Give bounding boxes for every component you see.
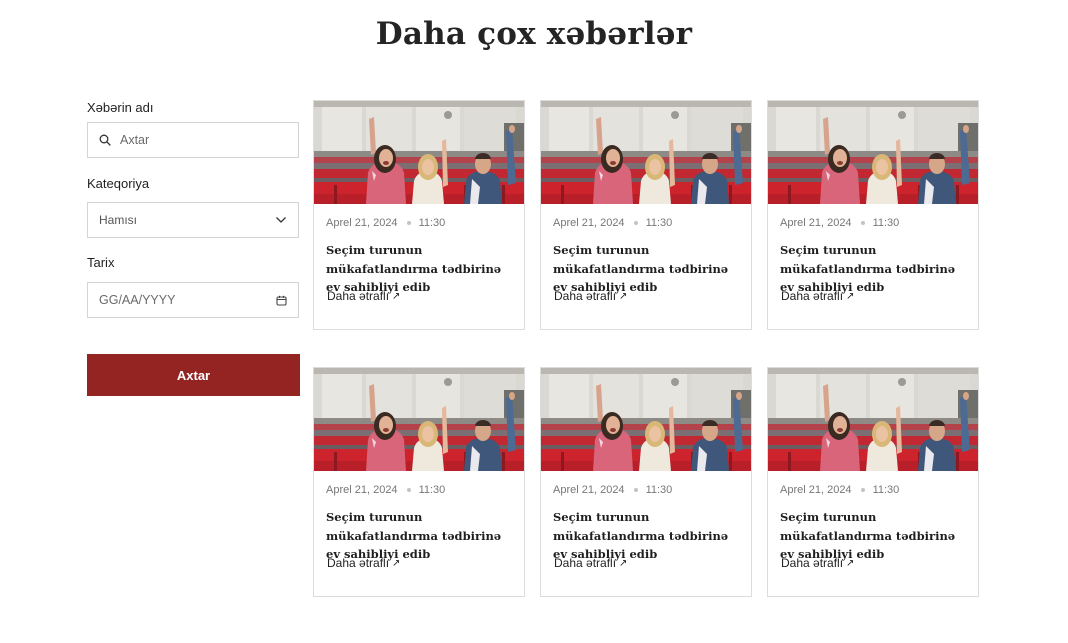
- news-date: Aprel 21, 2024: [326, 217, 398, 229]
- search-input[interactable]: [120, 133, 287, 147]
- news-filter-panel: Xəbərin adı Kateqoriya Hamısı Tarix: [87, 100, 299, 318]
- news-card[interactable]: Aprel 21, 2024 11:30 Seçim turunun mükafa…: [767, 367, 979, 597]
- news-name-label: Xəbərin adı: [87, 100, 154, 115]
- arrow-up-right-icon: ↗: [846, 557, 855, 569]
- separator-dot: [406, 221, 411, 225]
- news-photo: [541, 368, 751, 471]
- separator-dot: [860, 488, 865, 492]
- news-time: 11:30: [418, 484, 446, 496]
- read-more-label: Daha ətraflı: [327, 289, 390, 303]
- read-more-label: Daha ətraflı: [781, 556, 844, 570]
- read-more-label: Daha ətraflı: [327, 556, 390, 570]
- news-date: Aprel 21, 2024: [553, 217, 625, 229]
- news-photo: [768, 368, 978, 471]
- separator-dot: [860, 221, 865, 225]
- news-date: Aprel 21, 2024: [780, 484, 852, 496]
- search-submit-button[interactable]: Axtar: [87, 354, 300, 396]
- chevron-down-icon: [275, 216, 287, 224]
- read-more-link[interactable]: Daha ətraflı ↗: [781, 289, 854, 303]
- read-more-link[interactable]: Daha ətraflı ↗: [781, 556, 854, 570]
- news-date: Aprel 21, 2024: [780, 217, 852, 229]
- read-more-label: Daha ətraflı: [554, 289, 617, 303]
- news-photo: [314, 101, 524, 204]
- search-icon: [99, 134, 111, 146]
- news-card[interactable]: Aprel 21, 2024 11:30 Seçim turunun mükafa…: [767, 100, 979, 330]
- read-more-link[interactable]: Daha ətraflı ↗: [554, 556, 627, 570]
- news-time: 11:30: [872, 484, 900, 496]
- news-card[interactable]: Aprel 21, 2024 11:30 Seçim turunun mükafa…: [540, 367, 752, 597]
- category-label: Kateqoriya: [87, 176, 150, 191]
- arrow-up-right-icon: ↗: [392, 557, 401, 569]
- news-meta: Aprel 21, 2024 11:30: [326, 484, 445, 496]
- calendar-icon[interactable]: [276, 295, 287, 306]
- date-field[interactable]: [87, 282, 299, 318]
- news-meta: Aprel 21, 2024 11:30: [553, 484, 672, 496]
- news-date: Aprel 21, 2024: [553, 484, 625, 496]
- news-card[interactable]: Aprel 21, 2024 11:30 Seçim turunun mükafa…: [313, 100, 525, 330]
- date-input[interactable]: [99, 293, 270, 307]
- read-more-link[interactable]: Daha ətraflı ↗: [554, 289, 627, 303]
- news-time: 11:30: [645, 217, 673, 229]
- news-time: 11:30: [418, 217, 446, 229]
- news-photo: [314, 368, 524, 471]
- news-meta: Aprel 21, 2024 11:30: [780, 484, 899, 496]
- separator-dot: [633, 221, 638, 225]
- news-meta: Aprel 21, 2024 11:30: [553, 217, 672, 229]
- read-more-link[interactable]: Daha ətraflı ↗: [327, 289, 400, 303]
- news-time: 11:30: [872, 217, 900, 229]
- arrow-up-right-icon: ↗: [619, 290, 628, 302]
- read-more-label: Daha ətraflı: [554, 556, 617, 570]
- read-more-link[interactable]: Daha ətraflı ↗: [327, 556, 400, 570]
- news-grid: Aprel 21, 2024 11:30 Seçim turunun mükafa…: [313, 100, 980, 598]
- news-time: 11:30: [645, 484, 673, 496]
- news-date: Aprel 21, 2024: [326, 484, 398, 496]
- news-meta: Aprel 21, 2024 11:30: [780, 217, 899, 229]
- news-meta: Aprel 21, 2024 11:30: [326, 217, 445, 229]
- date-label: Tarix: [87, 255, 115, 270]
- page-title: Daha çox xəbərlər: [375, 16, 693, 52]
- category-select[interactable]: Hamısı: [87, 202, 299, 238]
- news-photo: [768, 101, 978, 204]
- category-selected-value: Hamısı: [99, 213, 138, 227]
- news-photo: [541, 101, 751, 204]
- separator-dot: [406, 488, 411, 492]
- separator-dot: [633, 488, 638, 492]
- news-card[interactable]: Aprel 21, 2024 11:30 Seçim turunun mükafa…: [313, 367, 525, 597]
- news-card[interactable]: Aprel 21, 2024 11:30 Seçim turunun mükafa…: [540, 100, 752, 330]
- arrow-up-right-icon: ↗: [619, 557, 628, 569]
- search-field[interactable]: [87, 122, 299, 158]
- read-more-label: Daha ətraflı: [781, 289, 844, 303]
- arrow-up-right-icon: ↗: [846, 290, 855, 302]
- arrow-up-right-icon: ↗: [392, 290, 401, 302]
